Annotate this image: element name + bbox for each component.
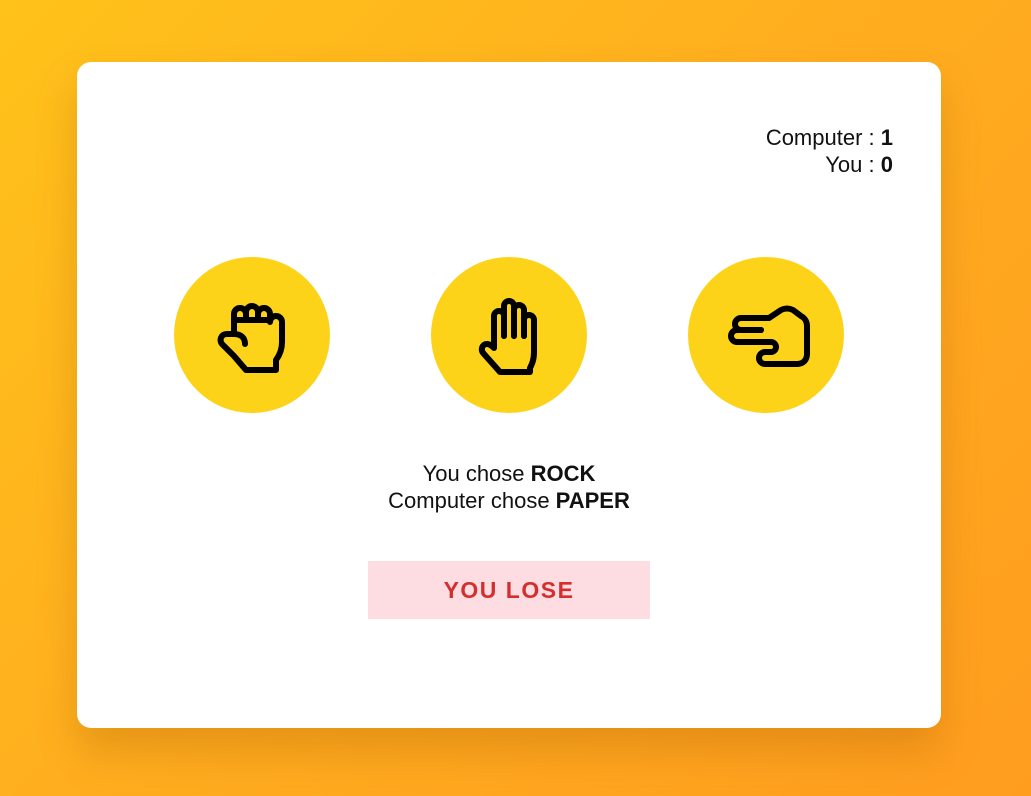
outcome-banner: YOU LOSE xyxy=(368,561,650,619)
computer-score-value: 1 xyxy=(880,125,893,150)
fist-icon xyxy=(217,303,285,373)
computer-score-line: Computer : 1 xyxy=(766,124,893,151)
computer-score-label: Computer : xyxy=(765,125,881,150)
round-result: You chose ROCK Computer chose PAPER xyxy=(77,460,941,514)
computer-chose-line: Computer chose PAPER xyxy=(77,487,941,514)
paper-button[interactable] xyxy=(431,257,587,413)
choice-buttons xyxy=(174,257,844,413)
you-score-label: You : xyxy=(825,152,881,177)
you-chose-prefix: You chose xyxy=(422,461,531,486)
you-score-line: You : 0 xyxy=(766,151,893,178)
you-chose-value: ROCK xyxy=(530,461,596,486)
scoreboard: Computer : 1 You : 0 xyxy=(766,124,893,178)
computer-chose-value: PAPER xyxy=(555,488,630,513)
computer-chose-prefix: Computer chose xyxy=(388,488,556,513)
game-card: Computer : 1 You : 0 You chose ROCK Comp… xyxy=(77,62,941,728)
scissors-hand-icon xyxy=(728,305,810,367)
rock-button[interactable] xyxy=(174,257,330,413)
open-hand-icon xyxy=(478,298,537,375)
you-chose-line: You chose ROCK xyxy=(77,460,941,487)
scissors-button[interactable] xyxy=(688,257,844,413)
you-score-value: 0 xyxy=(880,152,893,177)
